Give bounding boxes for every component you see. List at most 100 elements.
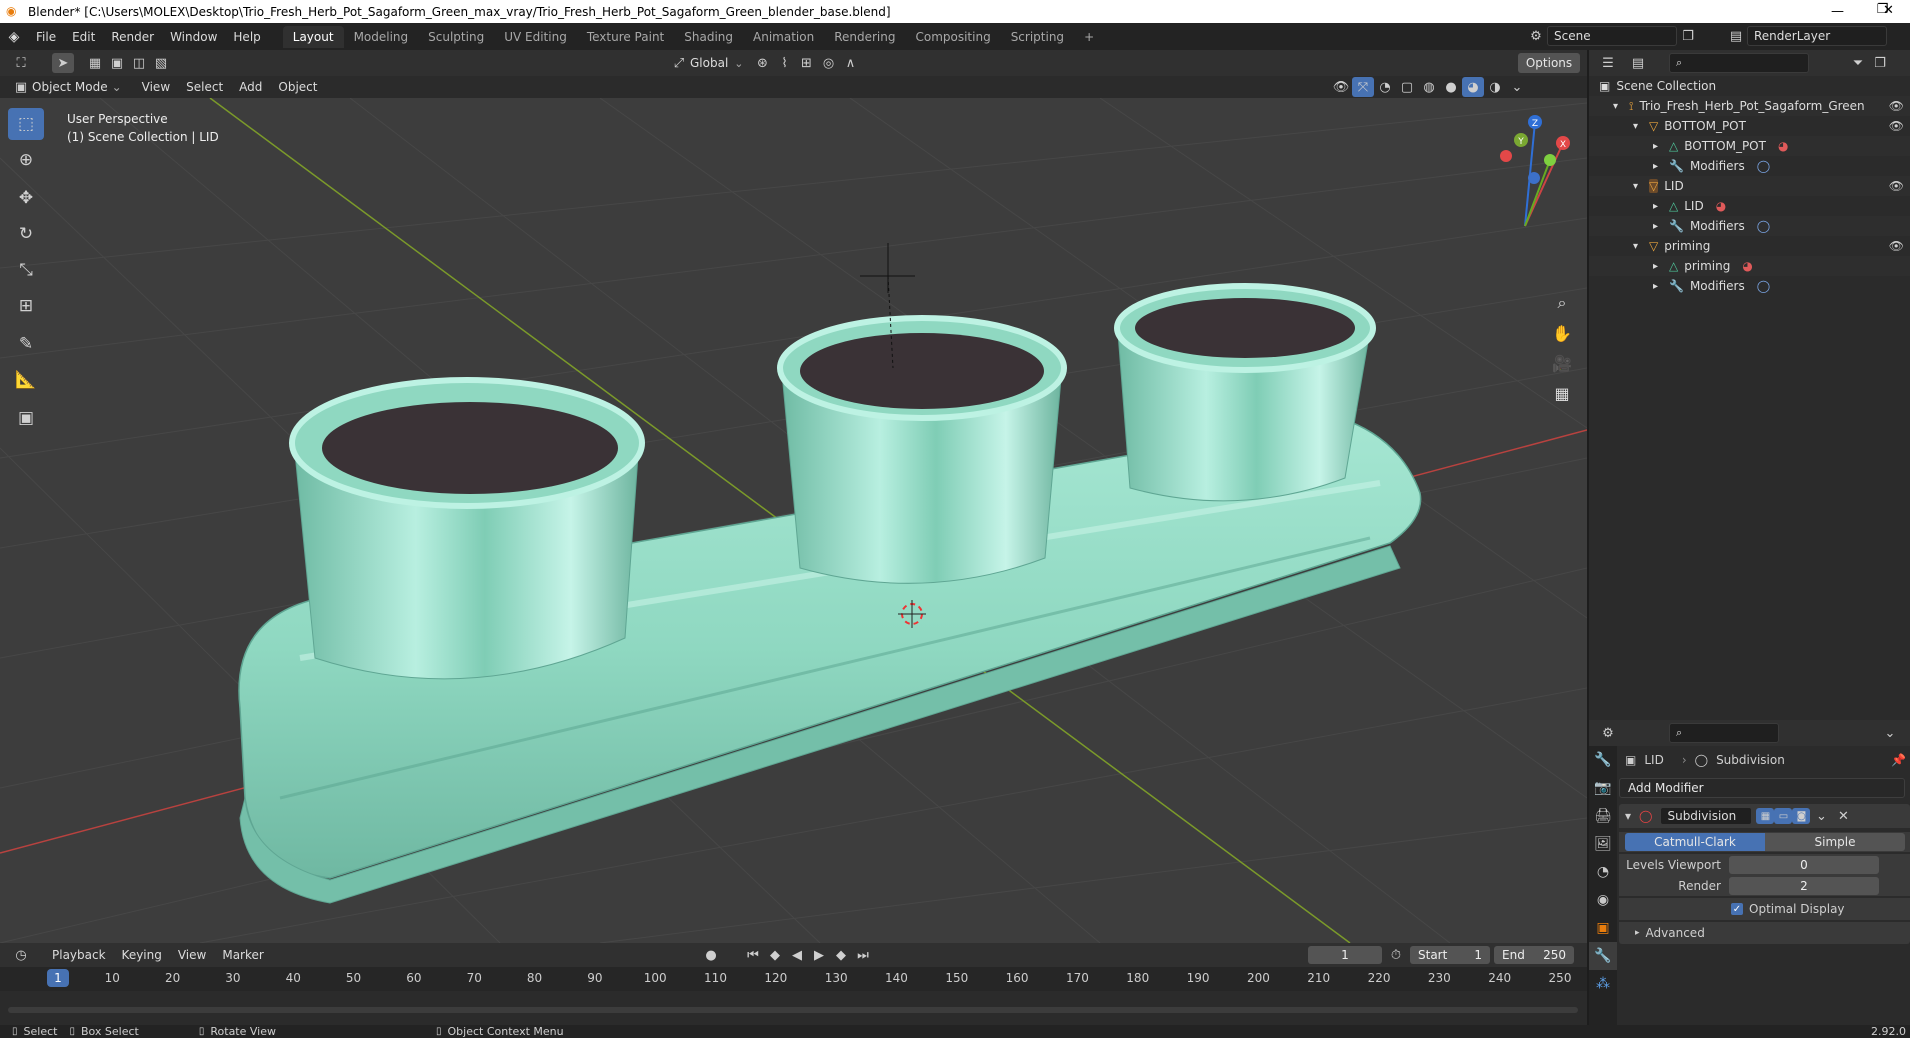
expand-arrow-icon[interactable]: ▾ [1633,241,1647,252]
prev-keyframe-icon[interactable]: ◆ [764,945,786,965]
outliner-editor-type-icon[interactable]: ☰ [1597,53,1619,73]
expand-arrow-icon[interactable]: ▸ [1653,281,1667,292]
outliner-row[interactable]: ▣ Scene Collection [1589,76,1910,96]
expand-arrow-icon[interactable]: ▸ [1653,221,1667,232]
expand-arrow-icon[interactable]: ▾ [1633,121,1647,132]
expand-arrow-icon[interactable]: ▸ [1653,141,1667,152]
3d-viewport[interactable]: Z X Y User Perspective (1) Scene Collect… [0,98,1587,943]
move-tool-icon[interactable]: ✥ [8,182,44,214]
close-window-button[interactable]: ✕ [1883,3,1894,18]
optimal-display-checkbox[interactable]: ✓ [1731,903,1743,915]
expand-arrow-icon[interactable]: ▸ [1653,261,1667,272]
outliner-row[interactable]: ▸ △ priming ◕ [1589,256,1910,276]
menu-file[interactable]: File [28,30,64,44]
expand-arrow-icon[interactable]: ▾ [1633,181,1647,192]
visibility-icon[interactable]: 👁 [1330,77,1352,97]
outliner-row[interactable]: ▸ 🔧 Modifiers ◯ [1589,156,1910,176]
tab-compositing[interactable]: Compositing [905,26,1000,48]
outliner-row[interactable]: ▾ ▽ LID 👁 [1589,176,1910,196]
properties-options-icon[interactable]: ⌄ [1879,723,1901,743]
new-collection-icon[interactable]: ❐ [1869,53,1891,73]
select-box-icon[interactable]: ▦ [84,53,106,73]
catmull-clark-button[interactable]: Catmull-Clark [1625,833,1765,851]
particles-tab-icon[interactable]: ⁂ [1589,970,1617,998]
shading-solid-icon[interactable]: ● [1440,77,1462,97]
scale-tool-icon[interactable]: ⤡ [8,254,44,286]
visibility-eye-icon[interactable]: 👁 [1889,239,1904,253]
outliner-search-input[interactable]: ⌕ [1669,53,1809,73]
start-frame-field[interactable]: Start 1 [1410,946,1490,964]
outliner-row[interactable]: ▾ ⟟ Trio_Fresh_Herb_Pot_Sagaform_Green 👁 [1589,96,1910,116]
zoom-icon[interactable]: ⌕ [1547,288,1577,318]
select-invert-icon[interactable]: ▧ [150,53,172,73]
object-tab-icon[interactable]: ▣ [1589,914,1617,942]
timeline-menu-view[interactable]: View [170,948,214,962]
snap-icon[interactable]: ⌇ [774,53,796,73]
jump-end-icon[interactable]: ⏭ [852,945,874,965]
scene-tab-icon[interactable]: ◔ [1589,858,1617,886]
add-modifier-dropdown[interactable]: Add Modifier [1619,778,1905,798]
shading-wireframe-icon[interactable]: ◍ [1418,77,1440,97]
modifier-name-field[interactable]: Subdivision [1660,807,1753,825]
transform-orientation[interactable]: Global [690,56,728,70]
snap-target-icon[interactable]: ⊞ [796,53,818,73]
material-icon[interactable]: ◕ [1778,139,1788,153]
viewport-toggle-icon[interactable]: ▭ [1774,808,1793,824]
shading-rendered-icon[interactable]: ◑ [1484,77,1506,97]
editor-type-icon[interactable]: ⛶ [10,53,32,73]
tool-tab-icon[interactable]: 🔧 [1589,746,1617,774]
expand-arrow-icon[interactable]: ▸ [1653,201,1667,212]
subdivision-modifier-icon[interactable]: ◯ [1757,219,1770,233]
outliner-row[interactable]: ▸ △ LID ◕ [1589,196,1910,216]
pan-hand-icon[interactable]: ✋ [1547,318,1577,348]
remove-modifier-icon[interactable]: ✕ [1832,806,1854,826]
select-mode-icon[interactable]: ➤ [52,53,74,73]
tab-animation[interactable]: Animation [743,26,824,48]
select-extend-icon[interactable]: ▣ [106,53,128,73]
transform-tool-icon[interactable]: ⊞ [8,290,44,322]
viewport-menu-select[interactable]: Select [178,80,231,94]
menu-help[interactable]: Help [225,30,268,44]
subdivision-modifier-icon[interactable]: ◯ [1757,279,1770,293]
pot-middle[interactable] [777,315,1067,584]
tab-sculpting[interactable]: Sculpting [418,26,494,48]
world-tab-icon[interactable]: ◉ [1589,886,1617,914]
expand-arrow-icon[interactable]: ▾ [1613,101,1627,112]
timeline-scrollbar[interactable] [8,1007,1578,1013]
timeline-menu-marker[interactable]: Marker [214,948,271,962]
outliner-row[interactable]: ▸ 🔧 Modifiers ◯ [1589,276,1910,296]
outliner-row[interactable]: ▾ ▽ BOTTOM_POT 👁 [1589,116,1910,136]
pot-left[interactable] [289,377,645,680]
collapse-panel-icon[interactable]: ▾ [1625,809,1631,823]
select-box-tool-icon[interactable]: ⬚ [8,108,44,140]
visibility-eye-icon[interactable]: 👁 [1889,99,1904,113]
render-layer-icon[interactable]: ▤ [1725,26,1747,46]
material-icon[interactable]: ◕ [1742,259,1752,273]
tab-rendering[interactable]: Rendering [824,26,905,48]
ortho-grid-icon[interactable]: ▦ [1547,378,1577,408]
pivot-icon[interactable]: ⊛ [752,53,774,73]
render-layer-field[interactable]: RenderLayer [1747,26,1887,46]
add-cube-tool-icon[interactable]: ▣ [8,402,44,434]
cursor-tool-icon[interactable]: ⊕ [8,144,44,176]
display-mode-icon[interactable]: ▤ [1627,53,1649,73]
options-button[interactable]: Options [1518,53,1580,73]
tab-modeling[interactable]: Modeling [344,26,419,48]
timeline-menu-keying[interactable]: Keying [114,948,170,962]
pot-right[interactable] [1114,283,1376,502]
outliner-row[interactable]: ▾ ▽ priming 👁 [1589,236,1910,256]
expand-advanced-icon[interactable]: ▸ [1635,928,1640,938]
render-levels-field[interactable]: 2 [1729,877,1879,895]
jump-start-icon[interactable]: ⏮ [742,945,764,965]
play-icon[interactable]: ▶ [808,945,830,965]
outliner-row[interactable]: ▸ △ BOTTOM_POT ◕ [1589,136,1910,156]
filter-icon[interactable]: ⏷ [1847,53,1869,73]
tab-layout[interactable]: Layout [282,25,344,48]
material-icon[interactable]: ◕ [1716,199,1726,213]
minimize-button[interactable]: — [1815,0,1860,23]
select-subtract-icon[interactable]: ◫ [128,53,150,73]
tab-texture-paint[interactable]: Texture Paint [577,26,674,48]
scene-field[interactable]: Scene [1547,26,1677,46]
tab-shading[interactable]: Shading [674,26,743,48]
object-mode-dropdown[interactable]: Object Mode [32,80,108,94]
